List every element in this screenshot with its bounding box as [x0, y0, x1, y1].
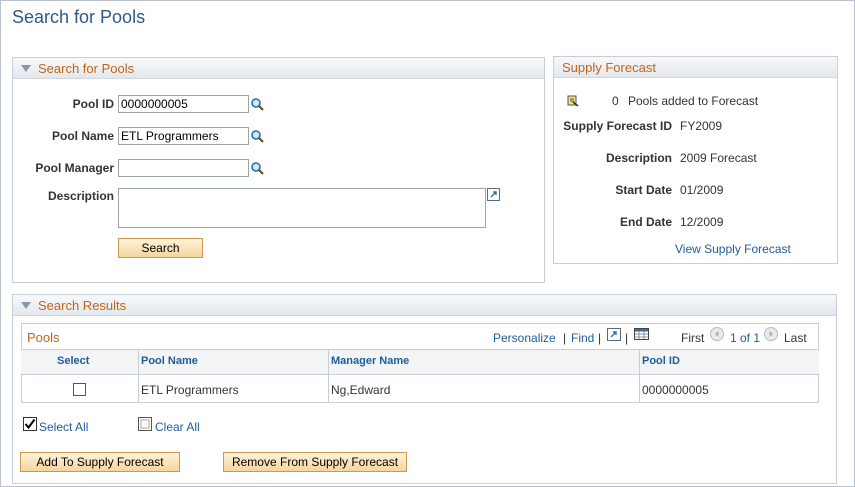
end-date-value: 12/2009 — [680, 215, 724, 229]
grid-title: Pools — [27, 330, 60, 345]
row-select-checkbox[interactable] — [73, 383, 86, 396]
next-arrow-icon[interactable] — [764, 327, 778, 341]
grid-view-icon[interactable] — [634, 328, 649, 340]
clear-all-link[interactable]: Clear All — [155, 420, 200, 434]
start-date-value: 01/2009 — [680, 183, 724, 197]
select-all-link[interactable]: Select All — [39, 420, 88, 434]
lookup-icon[interactable] — [250, 97, 264, 111]
row-range[interactable]: 1 of 1 — [730, 331, 760, 345]
personalize-link[interactable]: Personalize — [493, 331, 556, 345]
collapse-icon[interactable] — [21, 302, 31, 309]
collapse-icon[interactable] — [21, 65, 31, 72]
pool-id-input[interactable] — [118, 95, 249, 113]
pool-manager-label: Pool Manager — [35, 161, 114, 175]
column-header-select: Select — [57, 355, 90, 367]
cell-pool-id: 0000000005 — [642, 383, 709, 397]
lookup-icon[interactable] — [250, 129, 264, 143]
forecast-panel-title: Supply Forecast — [562, 60, 656, 75]
pool-manager-input[interactable] — [118, 159, 249, 177]
remove-from-supply-forecast-button[interactable]: Remove From Supply Forecast — [223, 452, 407, 472]
cell-pool-name: ETL Programmers — [141, 383, 239, 397]
expand-icon[interactable] — [487, 188, 500, 201]
separator: | — [563, 331, 567, 345]
separator: | — [625, 331, 629, 345]
first-label: First — [681, 331, 705, 345]
cell-manager-name: Ng,Edward — [331, 383, 391, 397]
column-header-pool-id[interactable]: Pool ID — [642, 355, 680, 367]
results-panel-title: Search Results — [38, 298, 127, 313]
page-title: Search for Pools — [12, 7, 146, 27]
search-panel-title: Search for Pools — [38, 61, 135, 76]
prev-arrow-icon[interactable] — [710, 327, 724, 341]
clear-all-checkbox-icon[interactable] — [138, 417, 152, 431]
column-divider — [639, 349, 640, 403]
forecast-icon — [567, 95, 579, 107]
description-label: Description — [47, 189, 114, 203]
view-supply-forecast-link[interactable]: View Supply Forecast — [675, 242, 791, 256]
add-to-supply-forecast-button[interactable]: Add To Supply Forecast — [20, 452, 180, 472]
pool-name-label: Pool Name — [51, 129, 114, 143]
forecast-count: 0 — [612, 94, 619, 108]
separator: | — [598, 331, 602, 345]
pool-id-label: Pool ID — [72, 97, 114, 111]
start-date-label: Start Date — [615, 183, 672, 197]
pool-name-input[interactable] — [118, 127, 249, 145]
forecast-panel-header: Supply Forecast — [554, 57, 837, 78]
search-panel-header[interactable]: Search for Pools — [13, 58, 544, 79]
results-panel-header[interactable]: Search Results — [13, 295, 836, 316]
description-textarea[interactable] — [118, 188, 486, 228]
forecast-id-value: FY2009 — [680, 119, 723, 133]
forecast-count-text: Pools added to Forecast — [628, 94, 759, 108]
forecast-description-value: 2009 Forecast — [680, 151, 757, 165]
download-icon[interactable] — [607, 328, 621, 341]
forecast-description-label: Description — [605, 151, 672, 165]
column-header-pool-name[interactable]: Pool Name — [141, 355, 198, 367]
lookup-icon[interactable] — [250, 161, 264, 175]
end-date-label: End Date — [619, 215, 672, 229]
search-button[interactable]: Search — [118, 238, 203, 258]
column-header-manager-name[interactable]: Manager Name — [331, 355, 409, 367]
select-all-checkbox-icon[interactable] — [23, 417, 37, 431]
last-label: Last — [784, 331, 807, 345]
column-divider — [138, 349, 139, 403]
forecast-id-label: Supply Forecast ID — [563, 119, 672, 133]
column-divider — [328, 349, 329, 403]
find-link[interactable]: Find — [571, 331, 594, 345]
